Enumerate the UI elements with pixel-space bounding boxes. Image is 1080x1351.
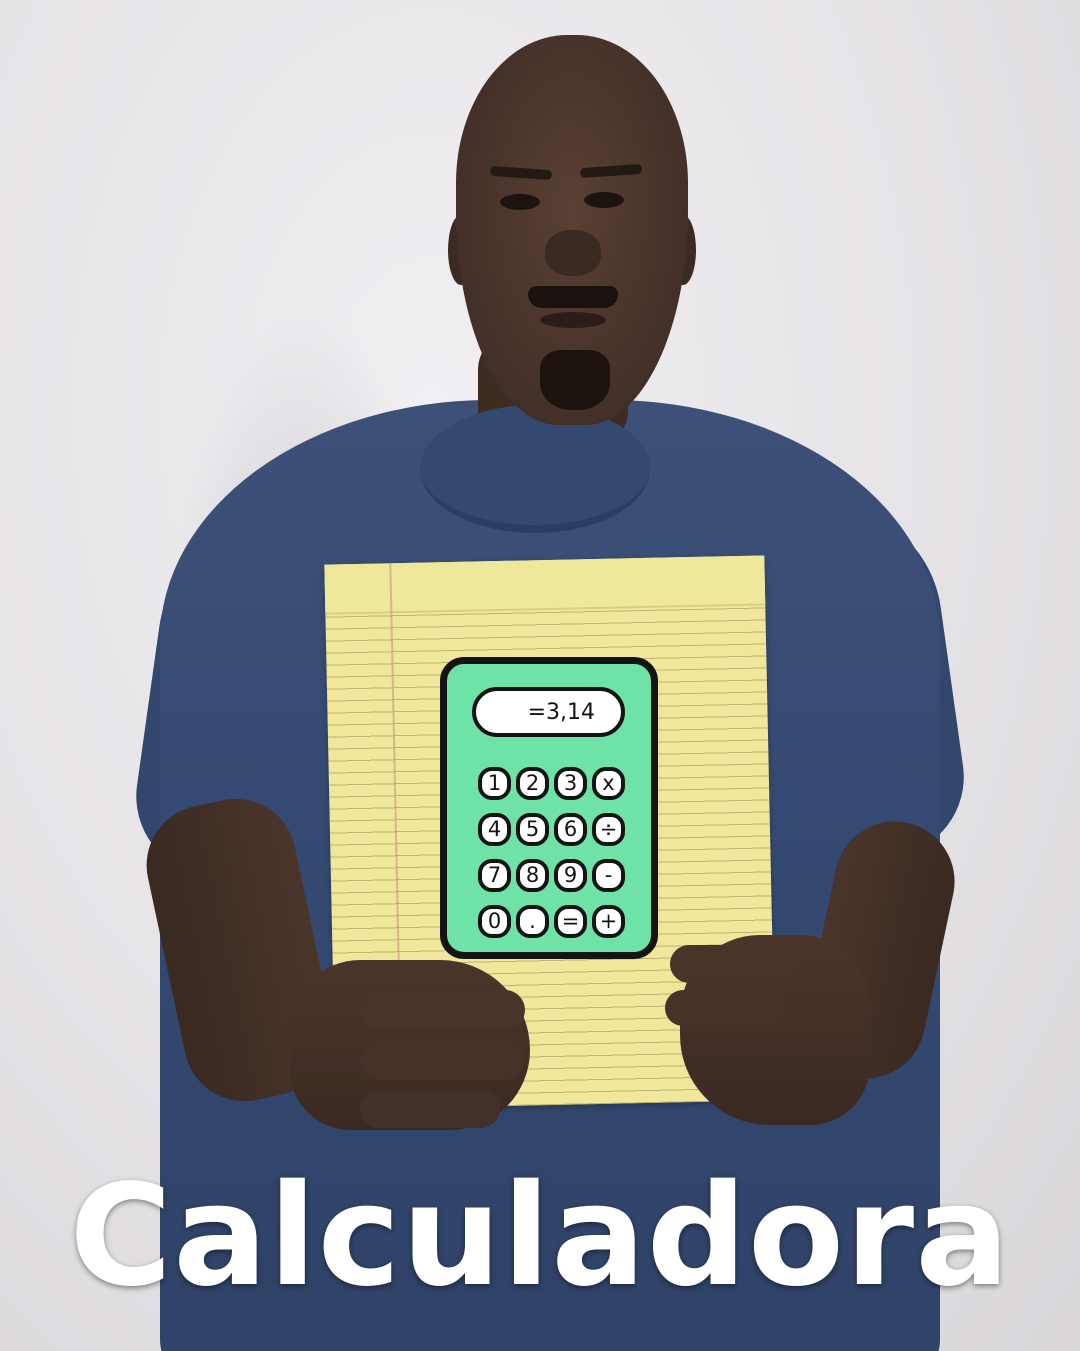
nose	[545, 230, 601, 276]
key-3: 3	[554, 767, 587, 800]
meme-caption: Calculadora	[69, 1155, 1011, 1318]
key-equals: =	[554, 905, 587, 938]
key-8: 8	[516, 859, 549, 892]
mustache	[528, 286, 618, 308]
calculator-keypad: 1 2 3 x 4 5 6 ÷ 7 8 9 - 0 . = +	[478, 767, 638, 938]
key-2: 2	[516, 767, 549, 800]
key-6: 6	[554, 813, 587, 846]
key-7: 7	[478, 859, 511, 892]
right-finger	[670, 945, 800, 983]
shirt-collar	[420, 405, 650, 533]
left-finger	[360, 1040, 525, 1080]
right-eye	[584, 192, 624, 208]
key-5: 5	[516, 813, 549, 846]
left-finger	[360, 990, 525, 1030]
key-divide: ÷	[592, 813, 625, 846]
key-decimal: .	[516, 905, 549, 938]
calculator: =3,14 1 2 3 x 4 5 6 ÷ 7 8 9 - 0 . = +	[440, 657, 658, 959]
key-4: 4	[478, 813, 511, 846]
key-0: 0	[478, 905, 511, 938]
mouth	[540, 312, 606, 328]
key-minus: -	[592, 859, 625, 892]
left-finger	[360, 1090, 500, 1128]
goatee	[540, 350, 610, 410]
left-eye	[500, 194, 540, 210]
calculator-display: =3,14	[472, 687, 625, 737]
key-plus: +	[592, 905, 625, 938]
photo-scene: =3,14 1 2 3 x 4 5 6 ÷ 7 8 9 - 0 . = + Ca…	[0, 0, 1080, 1351]
key-multiply: x	[592, 767, 625, 800]
key-9: 9	[554, 859, 587, 892]
right-finger	[665, 990, 785, 1026]
key-1: 1	[478, 767, 511, 800]
